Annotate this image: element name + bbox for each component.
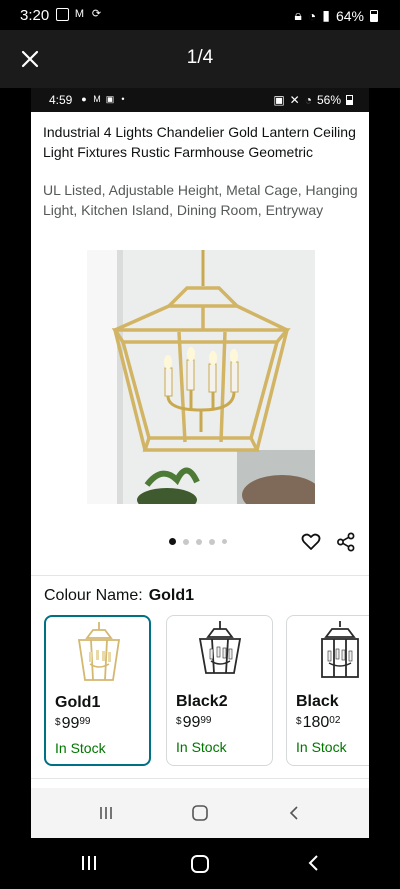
sync-icon: ⟳	[91, 8, 102, 20]
outer-battery-text: 64%	[335, 7, 364, 24]
message-icon: ●	[81, 94, 87, 104]
wifi-icon: ◔	[304, 93, 312, 107]
mute-icon: ✕	[289, 93, 300, 107]
section-divider	[31, 778, 369, 779]
inner-battery-text: 56%	[316, 93, 341, 107]
home-icon[interactable]	[190, 854, 210, 874]
recent-apps-icon[interactable]	[80, 854, 98, 872]
swatch-stock-status: In Stock	[55, 740, 106, 756]
swatch-thumbnail	[77, 622, 121, 681]
section-divider	[31, 575, 369, 576]
price-whole: 99	[61, 715, 80, 732]
dot-icon: •	[121, 94, 125, 104]
wifi-icon: ◔	[307, 7, 317, 24]
gmail-icon: M	[74, 8, 85, 20]
gallery-icon	[56, 8, 69, 21]
colour-swatch-gold1[interactable]: Gold1 $9999 In Stock	[44, 615, 151, 766]
chandelier-photo	[87, 250, 315, 504]
price-currency: $	[176, 716, 182, 727]
signal-icon: ▮	[322, 7, 330, 23]
colour-name-row: Colour Name: Gold1	[44, 587, 194, 605]
outer-notification-icons: M ⟳	[56, 8, 103, 21]
carousel-dot[interactable]	[196, 538, 202, 545]
carousel-dot[interactable]	[222, 539, 227, 544]
price-whole: 99	[182, 714, 201, 731]
product-subtitle: UL Listed, Adjustable Height, Metal Cage…	[43, 182, 358, 218]
carousel-dot[interactable]	[209, 538, 215, 545]
carousel-dot-active[interactable]	[169, 538, 176, 545]
price-whole: 180	[302, 714, 330, 731]
gmail-icon: M	[93, 94, 101, 104]
viewer-header: 1/4	[0, 30, 400, 88]
image-counter: 1/4	[186, 47, 214, 68]
swatch-stock-status: In Stock	[296, 739, 347, 755]
back-icon[interactable]	[306, 854, 320, 872]
system-navigation-bar	[0, 838, 400, 889]
price-currency: $	[296, 716, 302, 727]
carousel-dot[interactable]	[183, 538, 189, 545]
swatch-thumbnail	[198, 621, 242, 674]
inner-navigation-bar	[31, 788, 369, 838]
colour-name-label: Colour Name:	[44, 587, 143, 604]
outer-status-bar: 3:20 M ⟳ 🔒︎ ◔ ▮ 64%	[0, 0, 400, 30]
colour-swatch-black2[interactable]: Black2 $9999 In Stock	[166, 615, 273, 766]
product-image[interactable]	[87, 250, 315, 504]
price-fraction: 99	[200, 715, 212, 726]
battery-icon	[370, 9, 378, 22]
share-icon[interactable]	[336, 532, 356, 552]
recent-apps-icon[interactable]	[98, 804, 114, 822]
battery-icon	[346, 95, 353, 105]
swatch-stock-status: In Stock	[176, 739, 227, 755]
lock-icon: 🔒︎	[294, 7, 302, 23]
swatch-name: Black	[296, 693, 339, 710]
inner-notification-icons: ● M ▣ •	[79, 94, 128, 104]
outer-status-time: 3:20	[20, 7, 50, 24]
swatch-name: Black2	[176, 693, 228, 710]
gallery-icon: ▣	[105, 94, 115, 104]
swatch-name: Gold1	[55, 694, 101, 711]
lock-icon: ▣	[273, 93, 285, 107]
price-fraction: 99	[79, 716, 91, 727]
outer-status-right: 🔒︎ ◔ ▮ 64%	[294, 7, 378, 24]
colour-name-value: Gold1	[148, 587, 195, 604]
heart-icon[interactable]	[301, 532, 321, 552]
swatch-price: $9999	[55, 715, 90, 733]
inner-status-right: ▣ ✕ ◔ 56%	[273, 93, 353, 107]
image-carousel-dots[interactable]	[169, 538, 227, 545]
swatch-price: $9999	[176, 714, 211, 732]
swatch-price: $18002	[296, 714, 340, 732]
product-screenshot: 4:59 ● M ▣ • ▣ ✕ ◔ 56% Industrial 4 Ligh…	[31, 88, 369, 838]
price-fraction: 02	[329, 715, 341, 726]
product-title: Industrial 4 Lights Chandelier Gold Lant…	[43, 124, 356, 160]
back-icon[interactable]	[287, 804, 301, 822]
price-currency: $	[55, 717, 61, 728]
colour-swatch-black[interactable]: Black $18002 In Stock	[286, 615, 369, 766]
inner-status-bar: 4:59 ● M ▣ • ▣ ✕ ◔ 56%	[31, 88, 369, 112]
home-icon[interactable]	[191, 804, 209, 822]
swatch-thumbnail	[321, 621, 359, 678]
inner-status-time: 4:59	[49, 93, 73, 107]
